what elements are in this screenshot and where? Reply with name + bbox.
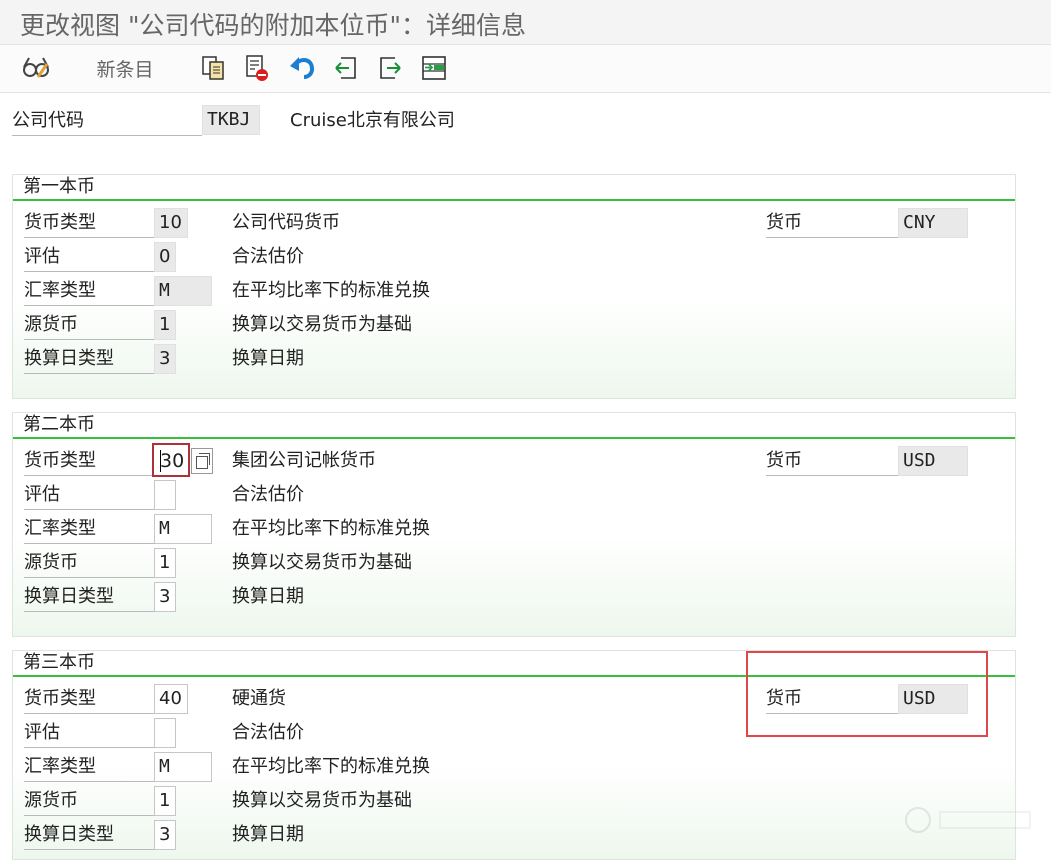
translation-date-type-desc: 换算日期 — [232, 586, 304, 607]
valuation-field[interactable]: 0 — [154, 242, 176, 272]
currency-type-label: 货币类型 — [24, 208, 154, 238]
toolbar: 新条目 — [0, 45, 1051, 93]
source-currency-label: 源货币 — [24, 786, 154, 816]
currency-type-label: 货币类型 — [24, 446, 152, 476]
currency-type-label: 货币类型 — [24, 684, 154, 714]
source-currency-field[interactable]: 1 — [154, 310, 176, 340]
exchange-rate-type-desc: 在平均比率下的标准兑换 — [232, 518, 430, 539]
source-currency-desc: 换算以交易货币为基础 — [232, 790, 412, 811]
title-bar: 更改视图 "公司代码的附加本位币"：详细信息 — [0, 0, 1051, 45]
exchange-rate-type-label: 汇率类型 — [24, 514, 154, 544]
exchange-rate-type-label: 汇率类型 — [24, 752, 154, 782]
company-name: Cruise北京有限公司 — [290, 110, 455, 131]
valuation-label: 评估 — [24, 718, 154, 748]
translation-date-type-field[interactable]: 3 — [154, 344, 176, 374]
translation-date-type-label: 换算日类型 — [24, 820, 154, 850]
currency-type-desc: 硬通货 — [232, 688, 286, 709]
exchange-rate-type-label: 汇率类型 — [24, 276, 154, 306]
exchange-rate-type-field[interactable]: M — [154, 276, 212, 306]
company-code-field[interactable]: TKBJ — [202, 105, 260, 135]
source-currency-label: 源货币 — [24, 310, 154, 340]
copy-icon[interactable] — [198, 53, 228, 83]
translation-date-type-desc: 换算日期 — [232, 824, 304, 845]
valuation-desc: 合法估价 — [232, 722, 304, 743]
source-currency-field[interactable]: 1 — [154, 548, 176, 578]
currency-type-field[interactable]: 40 — [154, 684, 188, 714]
currency-field[interactable]: USD — [898, 446, 968, 476]
currency-type-field[interactable]: 10 — [154, 208, 188, 238]
watermark-icon — [905, 807, 1031, 833]
glasses-icon[interactable] — [20, 53, 52, 83]
exchange-rate-type-desc: 在平均比率下的标准兑换 — [232, 280, 430, 301]
currency-label: 货币 — [766, 446, 898, 476]
value-help-icon[interactable] — [191, 448, 213, 474]
valuation-label: 评估 — [24, 242, 154, 272]
valuation-field[interactable] — [154, 718, 176, 748]
currency-type-desc: 集团公司记帐货币 — [232, 450, 376, 471]
source-currency-desc: 换算以交易货币为基础 — [232, 552, 412, 573]
highlight-box — [746, 651, 988, 737]
translation-date-type-label: 换算日类型 — [24, 582, 154, 612]
translation-date-type-label: 换算日类型 — [24, 344, 154, 374]
group-title: 第二本币 — [23, 414, 95, 435]
valuation-desc: 合法估价 — [232, 246, 304, 267]
valuation-field[interactable] — [154, 480, 176, 510]
group-divider — [13, 199, 1015, 201]
source-currency-label: 源货币 — [24, 548, 154, 578]
undo-icon[interactable] — [287, 53, 317, 83]
next-entry-icon[interactable] — [375, 53, 405, 83]
source-currency-field[interactable]: 1 — [154, 786, 176, 816]
currency-label: 货币 — [766, 208, 898, 238]
exchange-rate-type-desc: 在平均比率下的标准兑换 — [232, 756, 430, 777]
currency-type-desc: 公司代码货币 — [232, 212, 340, 233]
window-title: 更改视图 "公司代码的附加本位币"：详细信息 — [20, 11, 526, 40]
group-divider — [13, 437, 1015, 439]
delete-icon[interactable] — [242, 53, 272, 83]
exchange-rate-type-field[interactable]: M — [154, 752, 212, 782]
valuation-desc: 合法估价 — [232, 484, 304, 505]
group-title: 第三本币 — [23, 652, 95, 673]
source-currency-desc: 换算以交易货币为基础 — [232, 314, 412, 335]
new-entries-button[interactable]: 新条目 — [90, 53, 160, 83]
text-cursor — [160, 450, 161, 472]
currency-field[interactable]: CNY — [898, 208, 968, 238]
currency-type-field[interactable]: 30 — [152, 443, 190, 477]
select-block-icon[interactable] — [419, 53, 449, 83]
valuation-label: 评估 — [24, 480, 154, 510]
translation-date-type-field[interactable]: 3 — [154, 820, 176, 850]
exchange-rate-type-field[interactable]: M — [154, 514, 212, 544]
translation-date-type-desc: 换算日期 — [232, 348, 304, 369]
translation-date-type-field[interactable]: 3 — [154, 582, 176, 612]
previous-entry-icon[interactable] — [331, 53, 361, 83]
company-code-label: 公司代码 — [12, 106, 202, 136]
group-title: 第一本币 — [23, 176, 95, 197]
currency-type-value: 30 — [160, 450, 185, 472]
